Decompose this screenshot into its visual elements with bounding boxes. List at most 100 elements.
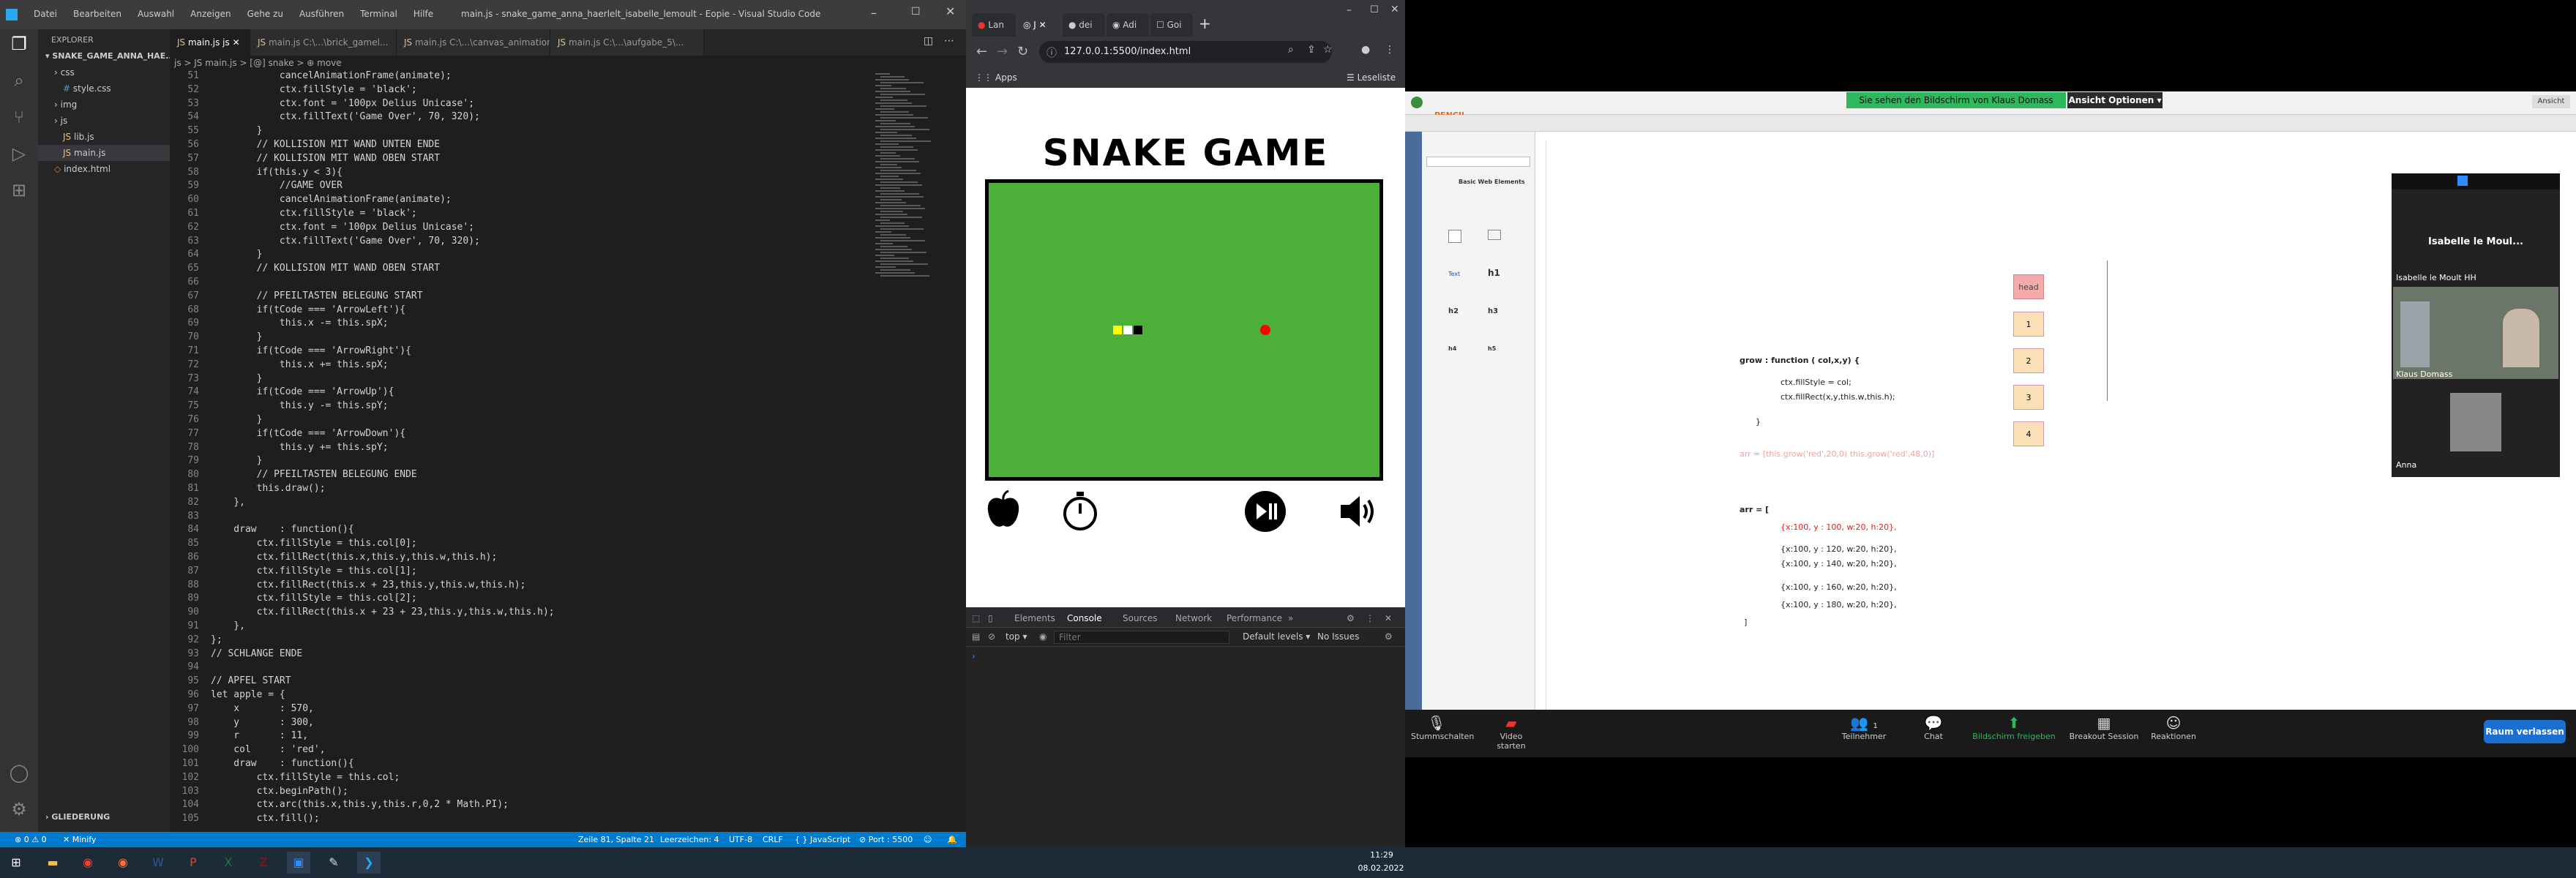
code-line[interactable]: this.y -= this.spY; <box>211 400 389 411</box>
view-options-button[interactable]: Ansicht Optionen ▾ <box>2067 92 2163 108</box>
code-line[interactable]: x : 570, <box>211 703 314 714</box>
browser-close-icon[interactable]: ✕ <box>1390 4 1399 15</box>
minimap[interactable] <box>871 70 951 832</box>
devtools-tab-console[interactable]: Console <box>1067 613 1102 623</box>
console-prompt[interactable]: › <box>972 651 976 661</box>
tab-main-js-brick[interactable]: JS main.js C:\...\brick_gamel... <box>250 29 397 56</box>
play-pause-button[interactable] <box>1244 490 1287 533</box>
code-line[interactable]: // SCHLANGE ENDE <box>211 648 302 659</box>
browser-tab-1[interactable]: ● Lan <box>972 13 1016 37</box>
language-mode[interactable]: { } JavaScript <box>795 832 850 847</box>
shape-h3[interactable]: h3 <box>1488 307 1498 315</box>
outline-section[interactable]: › GLIEDERUNG <box>45 812 110 822</box>
log-levels-select[interactable]: Default levels ▾ <box>1243 631 1310 642</box>
devtools-tab-sources[interactable]: Sources <box>1123 613 1157 623</box>
code-line[interactable]: ctx.fillStyle = this.col; <box>211 772 400 783</box>
browser-tab-2-active[interactable]: ◎ J ✕ <box>1017 13 1061 37</box>
browser-maximize-icon[interactable]: ☐ <box>1370 4 1379 15</box>
indentation[interactable]: Leerzeichen: 4 <box>660 832 719 847</box>
code-line[interactable]: ctx.fillRect(this.x,this.y,this.w,this.h… <box>211 552 498 563</box>
code-line[interactable]: ctx.fillStyle = this.col[1]; <box>211 566 417 577</box>
split-editor-icon[interactable]: ◫ <box>924 35 933 47</box>
profile-icon[interactable]: ● <box>1361 44 1370 56</box>
code-line[interactable]: let apple = { <box>211 689 285 700</box>
tree-folder-js[interactable]: › js <box>38 113 170 129</box>
zoom-search-icon[interactable]: ⌕ <box>1288 44 1294 56</box>
code-line[interactable]: ctx.font = '100px Delius Unicase'; <box>211 222 474 233</box>
console-sidebar-icon[interactable]: ▤ <box>972 631 980 642</box>
console-settings-icon[interactable]: ⚙ <box>1385 631 1393 642</box>
chrome-icon[interactable]: ◉ <box>76 852 100 874</box>
code-line[interactable]: this.x += this.spX; <box>211 359 389 370</box>
participants-button[interactable]: 👥 1 Teilnehmer <box>1838 714 1890 741</box>
shape-checkbox[interactable] <box>1448 230 1461 243</box>
devtools-settings-icon[interactable]: ⚙ <box>1347 613 1355 623</box>
shape-link[interactable]: Text <box>1448 271 1460 277</box>
code-line[interactable]: // KOLLISION MIT WAND UNTEN ENDE <box>211 139 440 150</box>
tree-file-style-css[interactable]: # style.css <box>38 80 170 97</box>
tree-file-index-html[interactable]: ◇ index.html <box>38 161 170 177</box>
code-line[interactable]: this.y += this.spY; <box>211 442 389 453</box>
vscode-menubar[interactable]: Datei Bearbeiten Auswahl Anzeigen Gehe zu Aus… <box>34 9 449 19</box>
chrome-menu-icon[interactable]: ⋮ <box>1385 44 1395 56</box>
code-line[interactable]: ctx.fillStyle = this.col[0]; <box>211 538 417 549</box>
code-line[interactable]: }; <box>211 634 222 645</box>
code-line[interactable]: } <box>211 125 263 136</box>
devtools-tab-network[interactable]: Network <box>1175 613 1212 623</box>
explorer-icon[interactable]: ❐ <box>7 32 31 56</box>
menu-anzeigen[interactable]: Anzeigen <box>190 9 231 19</box>
tab-main-js-active[interactable]: JS main.js js ✕ <box>170 29 250 56</box>
code-line[interactable]: ctx.fillRect(this.x + 23 + 23,this.y,thi… <box>211 607 555 618</box>
code-line[interactable]: ctx.fillText('Game Over', 70, 320); <box>211 236 480 247</box>
menu-gehe-zu[interactable]: Gehe zu <box>247 9 283 19</box>
settings-gear-icon[interactable]: ⚙ <box>7 798 31 821</box>
source-control-icon[interactable]: ⑂ <box>7 105 31 129</box>
code-line[interactable]: // KOLLISION MIT WAND OBEN START <box>211 153 440 164</box>
code-line[interactable]: col : 'red', <box>211 744 325 755</box>
code-line[interactable]: if(tCode === 'ArrowDown'){ <box>211 428 406 439</box>
code-line[interactable]: }, <box>211 497 245 508</box>
clear-console-icon[interactable]: ⊘ <box>988 631 995 642</box>
feedback-icon[interactable]: ☺ <box>924 832 932 847</box>
encoding[interactable]: UTF-8 <box>729 832 752 847</box>
menu-auswahl[interactable]: Auswahl <box>138 9 174 19</box>
bookmark-star-icon[interactable]: ☆ <box>1323 44 1333 56</box>
gallery-view-icon[interactable] <box>2457 176 2468 186</box>
console-filter-input[interactable]: Filter <box>1054 631 1229 644</box>
share-icon[interactable]: ⇪ <box>1307 44 1316 56</box>
tab-main-js-aufgabe[interactable]: JS main.js C:\...\aufgabe_5\... <box>550 29 704 56</box>
code-line[interactable]: r : 11, <box>211 730 308 741</box>
minify-button[interactable]: ✕ Minify <box>63 832 96 847</box>
breakout-session-button[interactable]: ▦ Breakout Session <box>2064 714 2144 741</box>
menu-terminal[interactable]: Terminal <box>360 9 397 19</box>
file-explorer-icon[interactable]: ▬ <box>41 852 64 874</box>
excel-icon[interactable]: X <box>217 852 240 874</box>
filezilla-icon[interactable]: Z <box>252 852 275 874</box>
notifications-icon[interactable]: 🔔 <box>947 832 957 847</box>
code-line[interactable]: // KOLLISION MIT WAND OBEN START <box>211 263 440 274</box>
live-server-port[interactable]: ⊘ Port : 5500 <box>859 832 913 847</box>
code-line[interactable]: ctx.fillStyle = 'black'; <box>211 208 417 219</box>
reading-list[interactable]: ☰ Leseliste <box>1347 67 1396 88</box>
code-line[interactable]: y : 300, <box>211 717 314 728</box>
problems-indicator[interactable]: ⊗ 0 ⚠ 0 <box>15 832 47 847</box>
code-line[interactable]: this.draw(); <box>211 483 326 494</box>
account-icon[interactable]: ◯ <box>7 761 31 784</box>
clock-date[interactable]: 08.02.2022 <box>1355 863 1407 873</box>
code-line[interactable]: ctx.font = '100px Delius Unicase'; <box>211 98 474 109</box>
tree-file-lib-js[interactable]: JS lib.js <box>38 129 170 145</box>
zoom-taskbar-icon[interactable]: ▣ <box>287 852 310 874</box>
shape-box[interactable] <box>1488 230 1501 240</box>
code-line[interactable]: ctx.beginPath(); <box>211 786 348 797</box>
browser-minimize-icon[interactable]: – <box>1347 4 1352 16</box>
run-debug-icon[interactable]: ▷ <box>7 142 31 165</box>
powerpoint-icon[interactable]: P <box>181 852 205 874</box>
maximize-icon[interactable]: ☐ <box>911 6 921 18</box>
code-line[interactable]: this.x -= this.spX; <box>211 318 389 329</box>
cursor-position[interactable]: Zeile 81, Spalte 21 <box>578 832 654 847</box>
code-line[interactable]: // PFEILTASTEN BELEGUNG START <box>211 290 423 301</box>
devtools-close-icon[interactable]: ✕ <box>1385 613 1392 623</box>
code-line[interactable]: if(tCode === 'ArrowRight'){ <box>211 345 411 356</box>
browser-tab-4[interactable]: ◉ Adi <box>1107 13 1149 37</box>
code-line[interactable]: } <box>211 331 263 342</box>
